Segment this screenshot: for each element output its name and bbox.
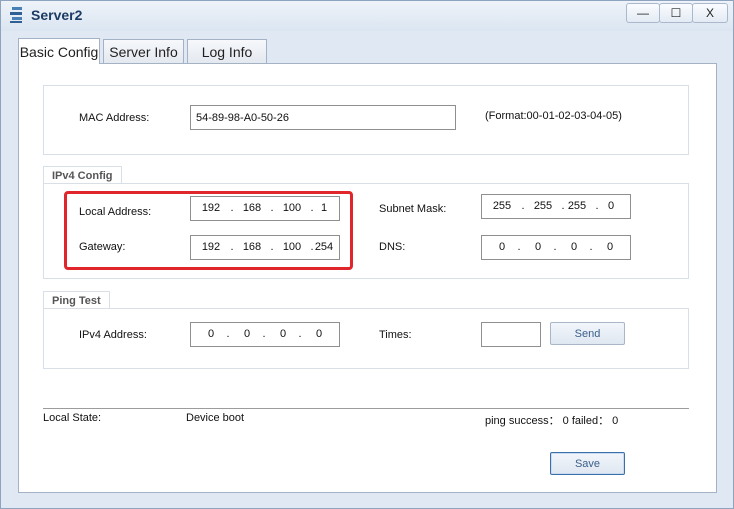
tab-log-info[interactable]: Log Info [187,39,267,64]
ip-octet: 255 [533,200,553,212]
ip-octet: 0 [498,241,506,253]
local-state-value: Device boot [186,412,245,424]
send-button[interactable]: Send [550,322,625,345]
ping-test-title: Ping Test [43,291,110,309]
ip-dot: . [226,328,230,340]
title-bar[interactable]: Server2 — ☐ X [1,1,733,31]
minimize-button[interactable]: — [626,3,660,23]
ip-dot: . [262,328,266,340]
ipv4-config-title: IPv4 Config [43,166,122,184]
ip-dot: . [589,241,593,253]
ip-octet: 0 [315,328,323,340]
highlight-box [64,191,353,270]
subnet-mask-input[interactable]: 255 . 255 . 255 . 0 [481,194,631,219]
ip-dot: . [521,200,525,212]
times-input[interactable] [481,322,541,347]
ip-octet: 0 [606,241,614,253]
ip-octet: 0 [243,328,251,340]
subnet-mask-label: Subnet Mask: [379,203,447,215]
divider [43,408,689,409]
minimize-icon: — [637,6,649,20]
mac-address-input[interactable]: 54-89-98-A0-50-26 [190,105,456,130]
mac-address-value: 54-89-98-A0-50-26 [196,111,289,124]
ip-octet: 255 [567,200,587,212]
ip-octet: 255 [492,200,512,212]
ip-dot: . [553,241,557,253]
server-app-icon [10,7,22,23]
mac-address-label: MAC Address: [79,112,150,124]
tab-basic-config[interactable]: Basic Config [18,38,100,64]
close-button[interactable]: X [692,3,728,23]
times-label: Times: [379,329,412,341]
ping-ipv4-label: IPv4 Address: [79,329,147,341]
ip-dot: . [298,328,302,340]
save-button[interactable]: Save [550,452,625,475]
ip-octet: 0 [279,328,287,340]
ip-octet: 0 [570,241,578,253]
close-icon: X [705,6,714,20]
ip-octet: 0 [207,328,215,340]
ip-octet: 0 [607,200,615,212]
ip-dot: . [517,241,521,253]
ping-ipv4-input[interactable]: 0 . 0 . 0 . 0 [190,322,340,347]
dns-input[interactable]: 0 . 0 . 0 . 0 [481,235,631,260]
maximize-button[interactable]: ☐ [659,3,693,23]
dns-label: DNS: [379,241,406,253]
local-state-label: Local State: [43,412,102,424]
ping-result: ping success： 0 failed： 0 [485,415,619,427]
server2-window: Server2 — ☐ X Basic Config Server Info L… [0,0,734,509]
ip-octet: 0 [534,241,542,253]
tab-server-info[interactable]: Server Info [103,39,184,64]
mac-format-hint: (Format:00-01-02-03-04-05) [485,110,622,122]
window-title: Server2 [31,7,83,23]
maximize-icon: ☐ [670,6,682,20]
